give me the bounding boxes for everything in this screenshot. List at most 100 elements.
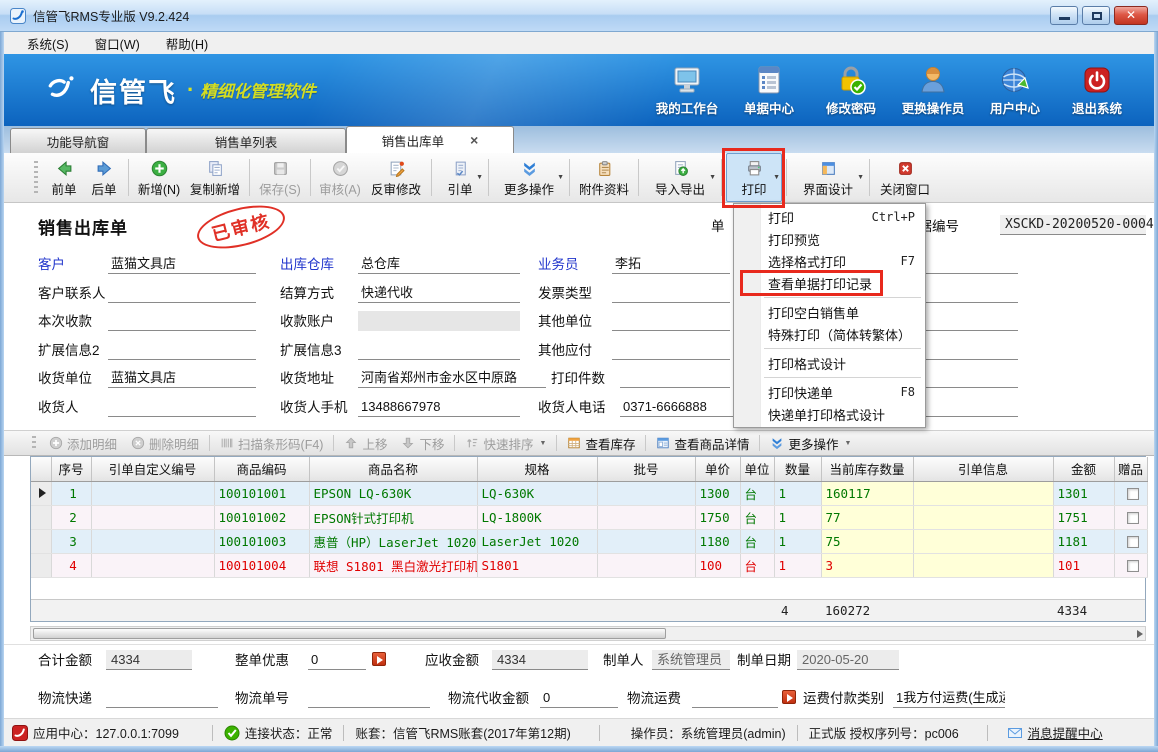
warehouse-field[interactable]: 总仓库 — [358, 254, 520, 274]
settlement-field[interactable]: 快递代收 — [358, 283, 520, 303]
scrollbar-thumb[interactable] — [33, 628, 666, 639]
menu-item-special-print[interactable]: 特殊打印（简体转繁体） — [734, 323, 925, 345]
covered-field[interactable] — [926, 254, 1018, 274]
logistics-express-field[interactable] — [106, 688, 218, 708]
gift-checkbox[interactable] — [1127, 536, 1139, 548]
menu-item-express-format-design[interactable]: 快递单打印格式设计 — [734, 403, 925, 425]
menu-help[interactable]: 帮助(H) — [153, 34, 221, 53]
gift-checkbox[interactable] — [1127, 560, 1139, 572]
consignee-mobile-field[interactable]: 13488667978 — [358, 397, 520, 417]
nav-document-center[interactable]: 单据中心 — [728, 64, 810, 117]
close-window-button[interactable]: 关闭窗口 — [874, 153, 936, 202]
pull-doc-button[interactable]: 引单 ▼ — [436, 153, 484, 202]
col-header[interactable]: 规格 — [477, 457, 597, 481]
payment-field[interactable] — [108, 311, 256, 331]
add-new-button[interactable]: 新增(N) — [133, 153, 185, 202]
nav-exit-system[interactable]: 退出系统 — [1056, 64, 1138, 117]
delivery-address-field[interactable]: 河南省郑州市金水区中原路 — [358, 368, 546, 388]
col-header[interactable]: 引单自定义编号 — [91, 457, 214, 481]
menu-item-print-express[interactable]: 打印快递单 F8 — [734, 381, 925, 403]
minimize-button[interactable] — [1050, 6, 1078, 25]
menu-item-print-blank-sales[interactable]: 打印空白销售单 — [734, 301, 925, 323]
message-center-link[interactable]: 消息提醒中心 — [1028, 723, 1103, 742]
nav-my-workspace[interactable]: 我的工作台 — [646, 64, 728, 117]
consignee-unit-field[interactable]: 蓝猫文具店 — [108, 368, 256, 388]
freight-field[interactable] — [692, 688, 778, 708]
view-product-detail-button[interactable]: 查看商品详情 — [649, 432, 756, 454]
covered-field[interactable] — [926, 340, 1018, 360]
account-field[interactable] — [358, 311, 520, 331]
col-header[interactable]: 当前库存数量 — [821, 457, 913, 481]
col-header[interactable]: 赠品 — [1114, 457, 1147, 481]
col-header[interactable]: 批号 — [597, 457, 695, 481]
ext-info2-field[interactable] — [108, 340, 256, 360]
col-header[interactable]: 引单信息 — [913, 457, 1053, 481]
status-text: 连接状态：正常 — [245, 723, 333, 742]
menu-window[interactable]: 窗口(W) — [82, 34, 153, 53]
copy-new-button[interactable]: 复制新增 — [185, 153, 245, 202]
col-header[interactable]: 单价 — [695, 457, 740, 481]
next-doc-button[interactable]: 后单 — [84, 153, 124, 202]
covered-field[interactable] — [926, 311, 1018, 331]
print-button[interactable]: 打印 ▼ — [726, 153, 782, 202]
more-actions-button[interactable]: 更多操作 ▼ — [493, 153, 565, 202]
menu-system[interactable]: 系统(S) — [14, 34, 82, 53]
col-header[interactable]: 商品名称 — [309, 457, 477, 481]
covered-field[interactable] — [926, 368, 1018, 388]
col-header[interactable]: 金额 — [1053, 457, 1114, 481]
prev-doc-button[interactable]: 前单 — [44, 153, 84, 202]
sort-icon — [465, 436, 479, 450]
close-button[interactable]: ✕ — [1114, 6, 1148, 25]
col-header[interactable]: 商品编码 — [214, 457, 309, 481]
other-unit-field[interactable] — [612, 311, 730, 331]
grid-more-actions-button[interactable]: 更多操作 ▼ — [763, 432, 858, 454]
discount-field[interactable]: 0 — [308, 650, 366, 670]
view-stock-button[interactable]: 查看库存 — [560, 432, 642, 454]
col-header[interactable]: 数量 — [774, 457, 821, 481]
reverse-audit-button[interactable]: 反审修改 — [365, 153, 427, 202]
covered-field[interactable] — [926, 283, 1018, 303]
customer-field[interactable]: 蓝猫文具店 — [108, 254, 256, 274]
customer-contact-field[interactable] — [108, 283, 256, 303]
gift-checkbox[interactable] — [1127, 512, 1139, 524]
table-row[interactable]: 2 100101002EPSON针式打印机 LQ-1800K 1750台 177… — [31, 505, 1147, 529]
tab-nav-panel[interactable]: 功能导航窗 — [10, 128, 146, 153]
horizontal-scrollbar[interactable] — [30, 626, 1146, 641]
gift-checkbox[interactable] — [1127, 488, 1139, 500]
ext-info3-field[interactable] — [358, 340, 520, 360]
table-row[interactable]: 3 100101003惠普（HP）LaserJet 1020 LaserJet … — [31, 529, 1147, 553]
col-header[interactable]: 单位 — [740, 457, 774, 481]
tab-sales-outbound[interactable]: 销售出库单 × — [346, 126, 514, 153]
consignee-field[interactable] — [108, 397, 256, 417]
freight-action-icon[interactable] — [782, 690, 796, 704]
consignee-phone-field[interactable]: 0371-6666888 — [620, 397, 750, 417]
covered-field[interactable] — [926, 397, 1018, 417]
menu-item-print-preview[interactable]: 打印预览 — [734, 228, 925, 250]
nav-switch-operator[interactable]: 更换操作员 — [892, 64, 974, 117]
menu-item-print[interactable]: 打印 Ctrl+P — [734, 206, 925, 228]
menu-item-select-format-print[interactable]: 选择格式打印 F7 — [734, 250, 925, 272]
status-message-center[interactable]: 消息提醒中心 — [1007, 723, 1103, 742]
attachments-button[interactable]: 附件资料 — [574, 153, 634, 202]
other-payable-field[interactable] — [612, 340, 730, 360]
tracking-no-field[interactable] — [308, 688, 430, 708]
scrollbar-right-arrow-icon[interactable] — [1137, 630, 1143, 638]
invoice-type-field[interactable] — [612, 283, 730, 303]
freight-pay-type-field[interactable]: 1我方付运费(生成运 — [893, 688, 1005, 708]
discount-action-icon[interactable] — [372, 652, 386, 666]
cod-amount-field[interactable]: 0 — [540, 688, 618, 708]
col-header[interactable]: 序号 — [51, 457, 91, 481]
maximize-button[interactable] — [1082, 6, 1110, 25]
tab-close-icon[interactable]: × — [470, 132, 478, 148]
table-row[interactable]: 4 100101004联想 S1801 黑白激光打印机 S1801 100台 1… — [31, 553, 1147, 577]
menu-item-view-print-records[interactable]: 查看单据打印记录 — [734, 272, 925, 294]
nav-change-password[interactable]: 修改密码 — [810, 64, 892, 117]
ui-design-button[interactable]: 界面设计 ▼ — [791, 153, 865, 202]
table-row[interactable]: 1 100101001EPSON LQ-630K LQ-630K 1300台 1… — [31, 481, 1147, 505]
menu-item-print-format-design[interactable]: 打印格式设计 — [734, 352, 925, 374]
print-count-field[interactable] — [620, 368, 730, 388]
import-export-button[interactable]: 导入导出 ▼ — [643, 153, 717, 202]
nav-user-center[interactable]: 用户中心 — [974, 64, 1056, 117]
tab-sales-list[interactable]: 销售单列表 — [146, 128, 346, 153]
salesperson-field[interactable]: 李拓 — [612, 254, 730, 274]
